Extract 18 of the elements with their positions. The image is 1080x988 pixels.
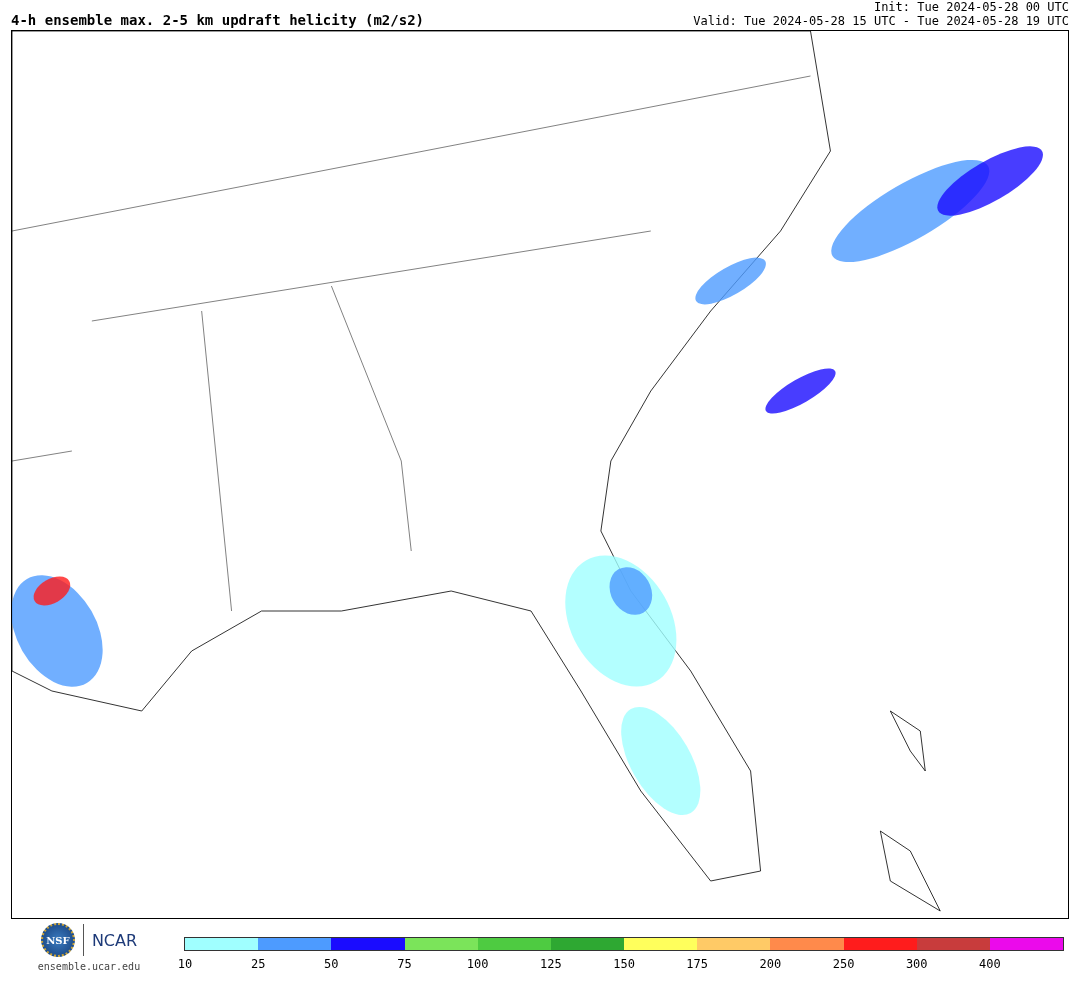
valid-time: Valid: Tue 2024-05-28 15 UTC - Tue 2024-05-28 19 UTC: [693, 14, 1069, 28]
scale-label: 250: [832, 957, 855, 971]
scale-label: 150: [613, 957, 635, 971]
site-url: ensemble.ucar.edu: [37, 961, 141, 972]
scale-label: 175: [686, 957, 709, 971]
chart-title: 4-h ensemble max. 2-5 km updraft helicity (m2/s2): [11, 12, 424, 28]
scale-label: 200: [759, 957, 782, 971]
scale-label: 10: [177, 957, 193, 971]
scale-label: 100: [466, 957, 489, 971]
scale-label: 25: [250, 957, 266, 971]
scale-label: 300: [905, 957, 928, 971]
init-time: Init: Tue 2024-05-28 00 UTC: [873, 0, 1069, 14]
nsf-logo: NSF: [40, 923, 75, 957]
scale-label: 400: [979, 957, 1001, 971]
scale-label: 125: [540, 957, 562, 971]
scale-label: 50: [324, 957, 339, 971]
ncar-logo: NCAR: [91, 930, 138, 950]
scale-label: 75: [397, 957, 412, 971]
